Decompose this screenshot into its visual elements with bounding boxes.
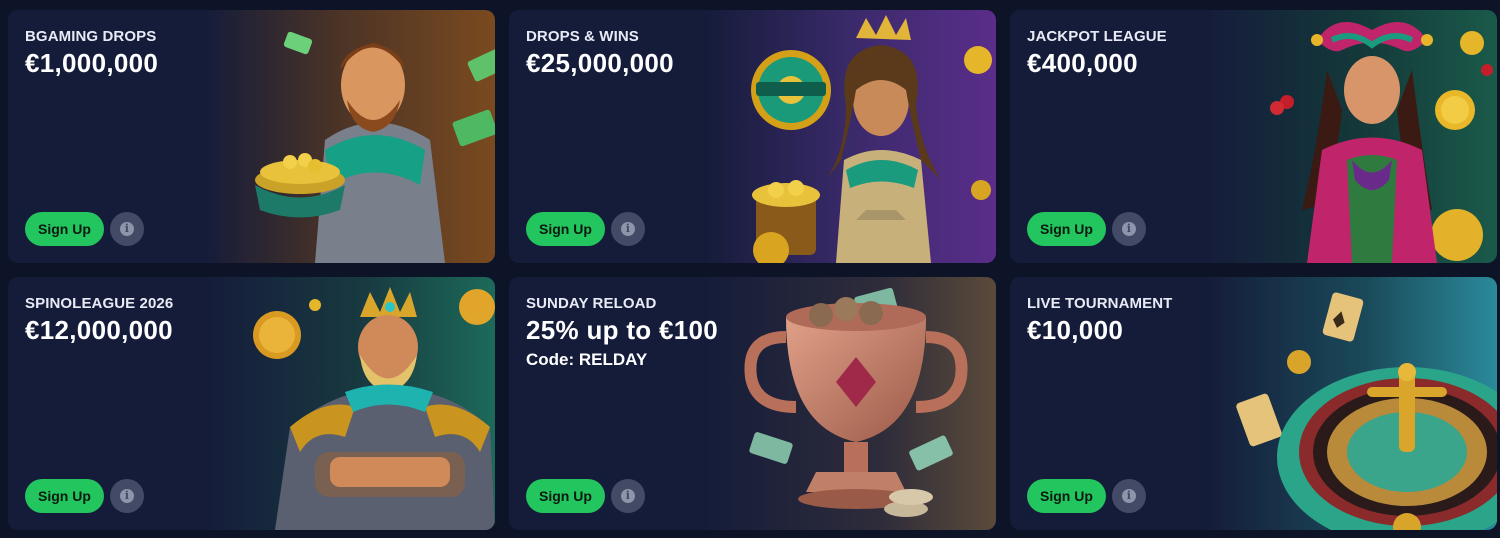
info-icon: i: [620, 222, 635, 236]
info-button[interactable]: i: [610, 479, 645, 513]
jester-illustration: [1207, 10, 1497, 263]
promo-amount: €10,000: [1027, 315, 1124, 345]
promo-amount: 25% up to €100: [526, 315, 719, 345]
promo-text: SPINOLEAGUE 2026 €12,000,000: [25, 295, 173, 346]
promo-card-jackpot-league[interactable]: JACKPOT LEAGUE €400,000 Sign Up i: [1010, 10, 1497, 263]
promo-label: BGAMING DROPS: [25, 28, 157, 45]
info-button[interactable]: i: [1111, 479, 1146, 513]
promo-label: DROPS & WINS: [526, 28, 639, 45]
promotions-grid: BGAMING DROPS €1,000,000 Sign Up i DROPS…: [8, 10, 1497, 530]
promo-text: SUNDAY RELOAD 25% up to €100 Code: RELDA…: [526, 295, 718, 370]
promo-amount: €25,000,000: [526, 48, 674, 78]
sign-up-button[interactable]: Sign Up: [526, 212, 605, 246]
promo-amount: €1,000,000: [25, 48, 159, 78]
warrior-illustration: [205, 10, 495, 263]
promo-label: SPINOLEAGUE 2026: [25, 295, 174, 312]
roulette-illustration: [1207, 277, 1497, 530]
sign-up-button[interactable]: Sign Up: [1027, 479, 1106, 513]
promo-amount: €400,000: [1027, 48, 1138, 78]
promo-label: LIVE TOURNAMENT: [1027, 295, 1173, 312]
promo-actions: Sign Up i: [526, 212, 645, 246]
sign-up-button[interactable]: Sign Up: [526, 479, 605, 513]
promo-card-bgaming-drops[interactable]: BGAMING DROPS €1,000,000 Sign Up i: [8, 10, 495, 263]
promo-card-live-tournament[interactable]: LIVE TOURNAMENT €10,000 Sign Up i: [1010, 277, 1497, 530]
info-button[interactable]: i: [109, 479, 144, 513]
promo-actions: Sign Up i: [1027, 212, 1146, 246]
promo-label: JACKPOT LEAGUE: [1027, 28, 1167, 45]
info-icon: i: [119, 222, 134, 236]
promo-actions: Sign Up i: [25, 212, 144, 246]
promo-label: SUNDAY RELOAD: [526, 295, 657, 312]
promo-text: DROPS & WINS €25,000,000: [526, 28, 674, 79]
promo-text: BGAMING DROPS €1,000,000: [25, 28, 158, 79]
info-button[interactable]: i: [1111, 212, 1146, 246]
info-button[interactable]: i: [109, 212, 144, 246]
info-button[interactable]: i: [610, 212, 645, 246]
info-icon: i: [620, 489, 635, 503]
promo-card-spinoleague-2026[interactable]: SPINOLEAGUE 2026 €12,000,000 Sign Up i: [8, 277, 495, 530]
promo-text: JACKPOT LEAGUE €400,000: [1027, 28, 1167, 79]
info-icon: i: [1121, 222, 1136, 236]
sign-up-button[interactable]: Sign Up: [25, 479, 104, 513]
promo-text: LIVE TOURNAMENT €10,000: [1027, 295, 1172, 346]
promo-code: Code: RELDAY: [526, 350, 648, 369]
info-icon: i: [1121, 489, 1136, 503]
promo-actions: Sign Up i: [1027, 479, 1146, 513]
info-icon: i: [119, 489, 134, 503]
trophy-illustration: [706, 277, 996, 530]
promo-amount: €12,000,000: [25, 315, 173, 345]
promo-card-sunday-reload[interactable]: SUNDAY RELOAD 25% up to €100 Code: RELDA…: [509, 277, 996, 530]
sign-up-button[interactable]: Sign Up: [1027, 212, 1106, 246]
genie-illustration: [706, 10, 996, 263]
promo-actions: Sign Up i: [526, 479, 645, 513]
king-warrior-illustration: [205, 277, 495, 530]
promo-actions: Sign Up i: [25, 479, 144, 513]
promo-card-drops-and-wins[interactable]: DROPS & WINS €25,000,000 Sign Up i: [509, 10, 996, 263]
sign-up-button[interactable]: Sign Up: [25, 212, 104, 246]
